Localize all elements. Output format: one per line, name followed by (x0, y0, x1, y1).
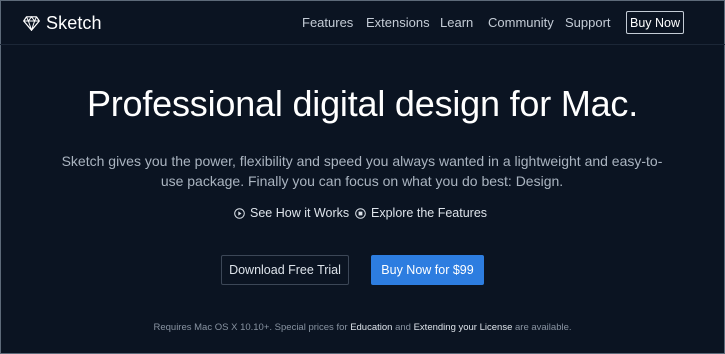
diamond-logo-icon (23, 15, 40, 31)
nav-item-extensions[interactable]: Extensions (366, 15, 430, 30)
nav-item-support[interactable]: Support (565, 15, 611, 30)
nav-buy-now-button[interactable]: Buy Now (626, 11, 684, 34)
brand-name: Sketch (46, 12, 102, 33)
nav-item-learn[interactable]: Learn (440, 15, 473, 30)
nav-item-community[interactable]: Community (488, 15, 554, 30)
hero-description: Sketch gives you the power, flexibility … (61, 153, 663, 189)
education-link[interactable]: Education (350, 322, 392, 333)
nav-item-features[interactable]: Features (302, 15, 353, 30)
footnote-middle: and (392, 322, 414, 333)
extending-license-link[interactable]: Extending your License (414, 322, 513, 333)
hero-secondary-links: See How it Works Explore the Features (0, 206, 725, 224)
explore-features-label: Explore the Features (371, 206, 488, 220)
brand-logo[interactable]: Sketch (23, 12, 102, 34)
explore-features-link[interactable]: Explore the Features (355, 206, 487, 220)
hero-headline: Professional digital design for Mac. (86, 83, 639, 124)
buy-now-price-button[interactable]: Buy Now for $99 (371, 255, 484, 285)
top-navigation-bar: Sketch Features Extensions Learn Communi… (0, 0, 725, 45)
see-how-it-works-link[interactable]: See How it Works (234, 206, 349, 220)
download-free-trial-button[interactable]: Download Free Trial (221, 255, 349, 285)
square-circle-icon (355, 207, 366, 219)
footnote-suffix: are available. (512, 322, 572, 333)
requirements-footnote: Requires Mac OS X 10.10+. Special prices… (0, 322, 725, 333)
footnote-prefix: Requires Mac OS X 10.10+. Special prices… (153, 322, 351, 333)
see-how-it-works-label: See How it Works (250, 206, 350, 220)
play-circle-icon (234, 207, 245, 219)
